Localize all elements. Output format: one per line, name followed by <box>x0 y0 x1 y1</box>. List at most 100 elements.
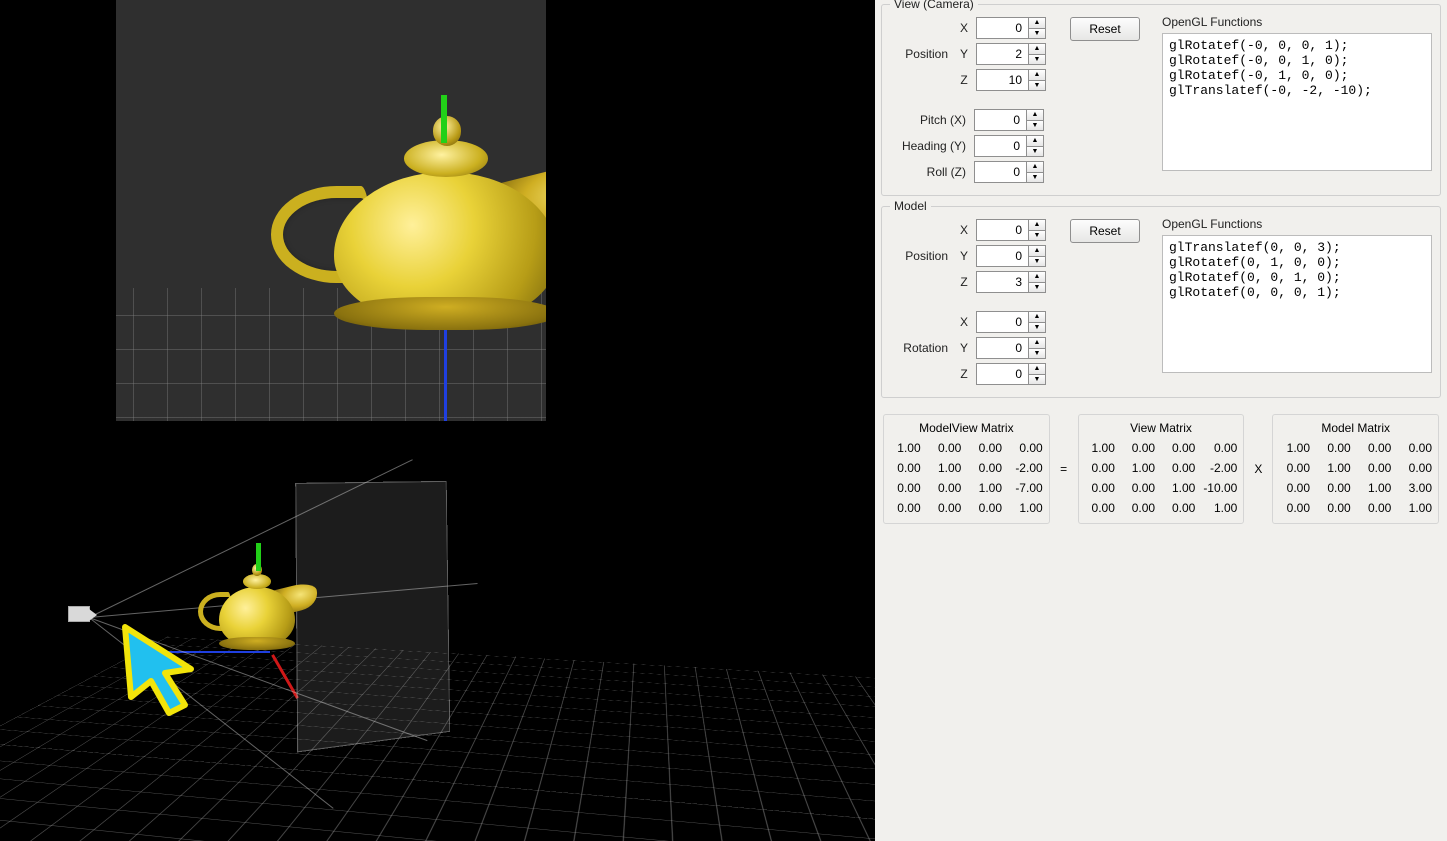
matrix-cell: 1.00 <box>1163 481 1197 495</box>
model-functions-label: OpenGL Functions <box>1162 217 1432 231</box>
view-position-label: Position <box>890 47 952 61</box>
model-matrix-grid: 1.000.000.000.000.001.000.000.000.000.00… <box>1277 441 1434 515</box>
spin-down-button[interactable]: ▼ <box>1026 120 1044 132</box>
matrix-cell: 3.00 <box>1399 481 1434 495</box>
model-rot-y-spinner[interactable]: ▲▼ <box>976 337 1046 359</box>
spin-up-button[interactable]: ▲ <box>1028 69 1046 80</box>
spin-down-button[interactable]: ▼ <box>1028 374 1046 386</box>
equals-icon: = <box>1056 462 1072 476</box>
matrix-cell: 0.00 <box>1083 501 1117 515</box>
spin-down-button[interactable]: ▼ <box>1028 54 1046 66</box>
model-rot-x-spinner[interactable]: ▲▼ <box>976 311 1046 333</box>
matrix-cell: 1.00 <box>1399 501 1434 515</box>
axis-x-label: X <box>956 223 972 237</box>
matrix-cell: -2.00 <box>1010 461 1045 475</box>
view-reset-button[interactable]: Reset <box>1070 17 1140 41</box>
matrix-cell: 0.00 <box>1318 501 1353 515</box>
spin-down-button[interactable]: ▼ <box>1028 348 1046 360</box>
model-reset-button[interactable]: Reset <box>1070 219 1140 243</box>
view-roll-label: Roll (Z) <box>890 165 970 179</box>
spin-up-button[interactable]: ▲ <box>1026 135 1044 146</box>
view-matrix-grid: 1.000.000.000.000.001.000.00-2.000.000.0… <box>1083 441 1240 515</box>
model-rot-y-input[interactable] <box>976 337 1028 359</box>
spin-up-button[interactable]: ▲ <box>1028 311 1046 322</box>
spin-up-button[interactable]: ▲ <box>1028 17 1046 28</box>
matrix-cell: 1.00 <box>1123 461 1157 475</box>
matrix-cell: 0.00 <box>1318 481 1353 495</box>
modelview-matrix-grid: 1.000.000.000.000.001.000.00-2.000.000.0… <box>888 441 1045 515</box>
view-functions-code: glRotatef(-0, 0, 0, 1); glRotatef(-0, 0,… <box>1162 33 1432 171</box>
view-pos-z-spinner[interactable]: ▲▼ <box>976 69 1046 91</box>
multiply-icon: X <box>1250 462 1266 476</box>
axis-y-label: Y <box>956 249 972 263</box>
axis-y-label: Y <box>956 341 972 355</box>
model-group-legend: Model <box>890 199 931 213</box>
spin-down-button[interactable]: ▼ <box>1026 146 1044 158</box>
model-rot-x-input[interactable] <box>976 311 1028 333</box>
modelview-matrix: ModelView Matrix 1.000.000.000.000.001.0… <box>883 414 1050 524</box>
spin-down-button[interactable]: ▼ <box>1028 230 1046 242</box>
spin-down-button[interactable]: ▼ <box>1028 256 1046 268</box>
axis-x-label: X <box>956 315 972 329</box>
matrix-cell: 0.00 <box>1359 441 1394 455</box>
spin-down-button[interactable]: ▼ <box>1028 322 1046 334</box>
model-pos-x-spinner[interactable]: ▲▼ <box>976 219 1046 241</box>
model-functions-code: glTranslatef(0, 0, 3); glRotatef(0, 1, 0… <box>1162 235 1432 373</box>
view-pos-y-spinner[interactable]: ▲▼ <box>976 43 1046 65</box>
view-heading-spinner[interactable]: ▲▼ <box>974 135 1044 157</box>
spin-down-button[interactable]: ▼ <box>1028 28 1046 40</box>
view-pos-z-input[interactable] <box>976 69 1028 91</box>
view-pos-y-input[interactable] <box>976 43 1028 65</box>
matrix-cell: 0.00 <box>1399 461 1434 475</box>
spin-up-button[interactable]: ▲ <box>1028 337 1046 348</box>
matrix-cell: 1.00 <box>929 461 964 475</box>
view-pitch-input[interactable] <box>974 109 1026 131</box>
matrix-cell: 0.00 <box>1163 461 1197 475</box>
spin-up-button[interactable]: ▲ <box>1028 271 1046 282</box>
view-pos-x-input[interactable] <box>976 17 1028 39</box>
view-matrix-label: View Matrix <box>1083 421 1240 435</box>
model-pos-z-spinner[interactable]: ▲▼ <box>976 271 1046 293</box>
spin-down-button[interactable]: ▼ <box>1028 282 1046 294</box>
camera-viewport[interactable] <box>116 0 546 421</box>
spin-up-button[interactable]: ▲ <box>1026 161 1044 172</box>
matrix-cell: 1.00 <box>969 481 1004 495</box>
view-heading-input[interactable] <box>974 135 1026 157</box>
model-rot-z-spinner[interactable]: ▲▼ <box>976 363 1046 385</box>
matrix-cell: 0.00 <box>1123 501 1157 515</box>
spin-up-button[interactable]: ▲ <box>1028 219 1046 230</box>
spin-up-button[interactable]: ▲ <box>1028 245 1046 256</box>
spin-up-button[interactable]: ▲ <box>1028 363 1046 374</box>
spin-down-button[interactable]: ▼ <box>1028 80 1046 92</box>
spin-up-button[interactable]: ▲ <box>1028 43 1046 54</box>
teapot-model <box>198 561 316 653</box>
spin-down-button[interactable]: ▼ <box>1026 172 1044 184</box>
matrix-cell: 0.00 <box>1359 461 1394 475</box>
view-pos-x-spinner[interactable]: ▲▼ <box>976 17 1046 39</box>
matrix-cell: 1.00 <box>1083 441 1117 455</box>
scene-viewport[interactable] <box>0 421 875 841</box>
matrix-cell: 0.00 <box>1277 501 1312 515</box>
matrix-cell: 0.00 <box>1163 441 1197 455</box>
matrix-cell: 0.00 <box>969 461 1004 475</box>
matrix-cell: 0.00 <box>969 501 1004 515</box>
model-matrix-label: Model Matrix <box>1277 421 1434 435</box>
model-pos-y-spinner[interactable]: ▲▼ <box>976 245 1046 267</box>
view-roll-input[interactable] <box>974 161 1026 183</box>
view-pitch-spinner[interactable]: ▲▼ <box>974 109 1044 131</box>
model-pos-z-input[interactable] <box>976 271 1028 293</box>
model-pos-x-input[interactable] <box>976 219 1028 241</box>
matrix-cell: 0.00 <box>888 481 923 495</box>
matrix-cell: 0.00 <box>1123 441 1157 455</box>
model-rot-z-input[interactable] <box>976 363 1028 385</box>
matrix-cell: 0.00 <box>1399 441 1434 455</box>
matrix-cell: -2.00 <box>1203 461 1239 475</box>
model-pos-y-input[interactable] <box>976 245 1028 267</box>
matrix-cell: 0.00 <box>969 441 1004 455</box>
model-rotation-label: Rotation <box>890 341 952 355</box>
spin-up-button[interactable]: ▲ <box>1026 109 1044 120</box>
viewport-area <box>0 0 875 841</box>
view-roll-spinner[interactable]: ▲▼ <box>974 161 1044 183</box>
model-group: Model X ▲▼ Position Y ▲▼ <box>881 206 1441 398</box>
matrix-cell: 0.00 <box>1163 501 1197 515</box>
